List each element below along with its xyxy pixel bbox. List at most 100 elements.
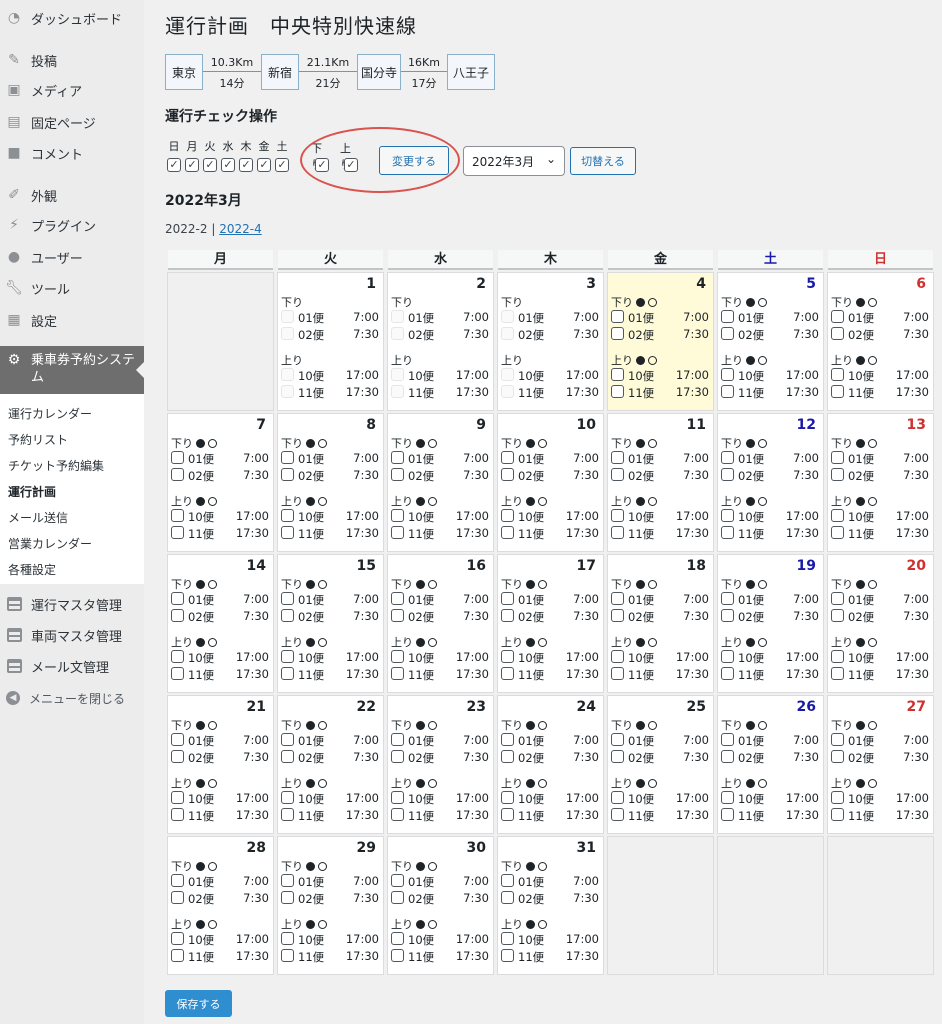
- trip-checkbox[interactable]: [391, 509, 404, 522]
- trip-checkbox[interactable]: [831, 310, 844, 323]
- weekday-checkbox-fri[interactable]: ✓: [257, 158, 271, 172]
- trip-checkbox[interactable]: [831, 733, 844, 746]
- select-all-dot-icon[interactable]: [746, 779, 755, 788]
- trip-checkbox[interactable]: [391, 667, 404, 680]
- select-all-dot-icon[interactable]: [416, 638, 425, 647]
- weekday-checkbox-mon[interactable]: ✓: [185, 158, 199, 172]
- deselect-all-ring-icon[interactable]: [208, 920, 217, 929]
- trip-checkbox[interactable]: [281, 592, 294, 605]
- select-all-dot-icon[interactable]: [526, 638, 535, 647]
- deselect-all-ring-icon[interactable]: [318, 862, 327, 871]
- deselect-all-ring-icon[interactable]: [318, 580, 327, 589]
- trip-checkbox[interactable]: [281, 791, 294, 804]
- deselect-all-ring-icon[interactable]: [538, 497, 547, 506]
- trip-checkbox[interactable]: [281, 468, 294, 481]
- trip-checkbox[interactable]: [391, 592, 404, 605]
- trip-checkbox[interactable]: [721, 808, 734, 821]
- trip-checkbox[interactable]: [721, 327, 734, 340]
- save-button[interactable]: 保存する: [165, 990, 232, 1017]
- deselect-all-ring-icon[interactable]: [538, 439, 547, 448]
- select-all-dot-icon[interactable]: [526, 580, 535, 589]
- select-all-dot-icon[interactable]: [306, 779, 315, 788]
- trip-checkbox[interactable]: [721, 733, 734, 746]
- deselect-all-ring-icon[interactable]: [428, 779, 437, 788]
- deselect-all-ring-icon[interactable]: [208, 721, 217, 730]
- sidebar-item-settings[interactable]: ▦ 設定: [0, 305, 144, 335]
- select-all-dot-icon[interactable]: [636, 721, 645, 730]
- trip-checkbox[interactable]: [611, 310, 624, 323]
- trip-checkbox[interactable]: [171, 874, 184, 887]
- trip-checkbox[interactable]: [171, 592, 184, 605]
- deselect-all-ring-icon[interactable]: [758, 439, 767, 448]
- trip-checkbox[interactable]: [721, 791, 734, 804]
- trip-checkbox[interactable]: [831, 385, 844, 398]
- submenu-item-reservation-list[interactable]: 予約リスト: [8, 431, 68, 448]
- deselect-all-ring-icon[interactable]: [428, 862, 437, 871]
- trip-checkbox[interactable]: [391, 733, 404, 746]
- select-all-dot-icon[interactable]: [746, 497, 755, 506]
- select-all-dot-icon[interactable]: [196, 638, 205, 647]
- sidebar-item-mail-template[interactable]: メール文管理: [0, 651, 144, 681]
- trip-checkbox[interactable]: [721, 609, 734, 622]
- select-all-dot-icon[interactable]: [746, 439, 755, 448]
- select-all-dot-icon[interactable]: [526, 497, 535, 506]
- trip-checkbox[interactable]: [281, 609, 294, 622]
- sidebar-item-dashboard[interactable]: ◔ ダッシュボード: [0, 3, 144, 33]
- select-all-dot-icon[interactable]: [636, 356, 645, 365]
- deselect-all-ring-icon[interactable]: [868, 638, 877, 647]
- select-all-dot-icon[interactable]: [746, 580, 755, 589]
- deselect-all-ring-icon[interactable]: [758, 779, 767, 788]
- select-all-dot-icon[interactable]: [636, 439, 645, 448]
- select-all-dot-icon[interactable]: [416, 862, 425, 871]
- trip-checkbox[interactable]: [391, 468, 404, 481]
- trip-checkbox[interactable]: [501, 791, 514, 804]
- select-all-dot-icon[interactable]: [856, 580, 865, 589]
- sidebar-item-vehicle-master[interactable]: 車両マスタ管理: [0, 620, 144, 650]
- deselect-all-ring-icon[interactable]: [208, 497, 217, 506]
- trip-checkbox[interactable]: [611, 509, 624, 522]
- deselect-all-ring-icon[interactable]: [868, 298, 877, 307]
- trip-checkbox[interactable]: [721, 385, 734, 398]
- trip-checkbox[interactable]: [391, 526, 404, 539]
- select-all-dot-icon[interactable]: [196, 497, 205, 506]
- trip-checkbox[interactable]: [501, 949, 514, 962]
- trip-checkbox[interactable]: [831, 609, 844, 622]
- deselect-all-ring-icon[interactable]: [318, 779, 327, 788]
- trip-checkbox[interactable]: [501, 667, 514, 680]
- trip-checkbox[interactable]: [721, 310, 734, 323]
- select-all-dot-icon[interactable]: [196, 721, 205, 730]
- trip-checkbox[interactable]: [281, 874, 294, 887]
- trip-checkbox[interactable]: [171, 650, 184, 663]
- deselect-all-ring-icon[interactable]: [648, 721, 657, 730]
- select-all-dot-icon[interactable]: [306, 862, 315, 871]
- select-all-dot-icon[interactable]: [746, 721, 755, 730]
- deselect-all-ring-icon[interactable]: [758, 721, 767, 730]
- deselect-all-ring-icon[interactable]: [538, 862, 547, 871]
- select-all-dot-icon[interactable]: [526, 439, 535, 448]
- trip-checkbox[interactable]: [281, 667, 294, 680]
- select-all-dot-icon[interactable]: [856, 638, 865, 647]
- select-all-dot-icon[interactable]: [746, 356, 755, 365]
- deselect-all-ring-icon[interactable]: [318, 638, 327, 647]
- trip-checkbox[interactable]: [611, 526, 624, 539]
- weekday-checkbox-sat[interactable]: ✓: [275, 158, 289, 172]
- trip-checkbox[interactable]: [171, 451, 184, 464]
- weekday-checkbox-thu[interactable]: ✓: [239, 158, 253, 172]
- select-all-dot-icon[interactable]: [306, 439, 315, 448]
- trip-checkbox[interactable]: [281, 509, 294, 522]
- deselect-all-ring-icon[interactable]: [758, 356, 767, 365]
- submenu-item-business-calendar[interactable]: 営業カレンダー: [8, 535, 92, 552]
- trip-checkbox[interactable]: [611, 327, 624, 340]
- trip-checkbox[interactable]: [171, 667, 184, 680]
- select-all-dot-icon[interactable]: [196, 862, 205, 871]
- deselect-all-ring-icon[interactable]: [428, 439, 437, 448]
- deselect-all-ring-icon[interactable]: [428, 580, 437, 589]
- deselect-all-ring-icon[interactable]: [318, 920, 327, 929]
- trip-checkbox[interactable]: [831, 592, 844, 605]
- deselect-all-ring-icon[interactable]: [648, 779, 657, 788]
- deselect-all-ring-icon[interactable]: [208, 439, 217, 448]
- sidebar-item-media[interactable]: ▣ メディア: [0, 75, 144, 105]
- deselect-all-ring-icon[interactable]: [428, 638, 437, 647]
- trip-checkbox[interactable]: [611, 385, 624, 398]
- deselect-all-ring-icon[interactable]: [868, 497, 877, 506]
